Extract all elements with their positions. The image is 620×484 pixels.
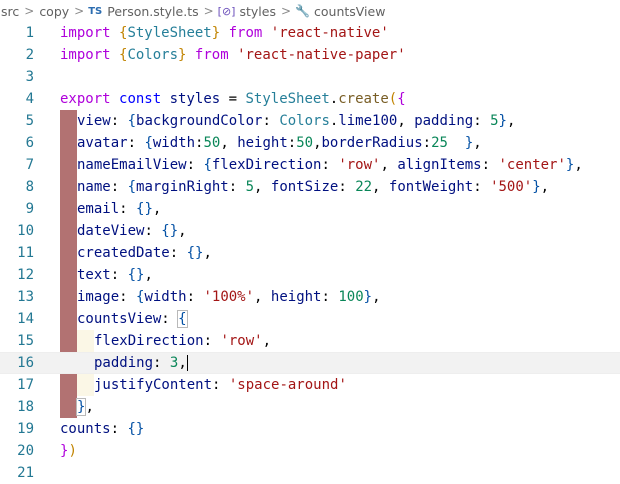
- line-number: 18: [17, 399, 34, 415]
- code-line: 5 view: {backgroundColor: Colors.lime100…: [0, 110, 620, 132]
- code-text: view: {backgroundColor: Colors.lime100, …: [77, 113, 516, 129]
- code-text: nameEmailView: {flexDirection: 'row', al…: [77, 157, 583, 173]
- code-line: 7 nameEmailView: {flexDirection: 'row', …: [0, 154, 620, 176]
- code-line: 12 text: {},: [0, 264, 620, 286]
- line-number: 9: [25, 201, 34, 217]
- variable-symbol-icon: [⊘]: [217, 4, 236, 18]
- line-number: 4: [25, 91, 34, 107]
- code-line: 3: [0, 66, 620, 88]
- code-line: 8 name: {marginRight: 5, fontSize: 22, f…: [0, 176, 620, 198]
- code-line: 18 },: [0, 396, 620, 418]
- code-line: 15 flexDirection: 'row',: [0, 330, 620, 352]
- code-text: name: {marginRight: 5, fontSize: 22, fon…: [77, 179, 550, 195]
- code-text: createdDate: {},: [77, 245, 212, 261]
- code-text: email: {},: [77, 201, 162, 217]
- breadcrumb: src > copy > TS Person.style.ts > [⊘] st…: [0, 0, 620, 22]
- property-symbol-icon: 🔧: [295, 4, 310, 18]
- code-line: 14 countsView: {: [0, 308, 620, 330]
- line-number: 13: [17, 289, 34, 305]
- code-line: 20 }): [0, 440, 620, 462]
- line-number: 8: [25, 179, 34, 195]
- chevron-right-icon: >: [24, 4, 35, 18]
- typescript-file-icon: TS: [88, 5, 103, 17]
- code-text: avatar: {width:50, height:50,borderRadiu…: [77, 135, 482, 151]
- chevron-right-icon: >: [280, 4, 292, 18]
- line-number: 20: [17, 443, 34, 459]
- code-text: padding: 3,: [94, 355, 188, 371]
- code-line: 6 avatar: {width:50, height:50,borderRad…: [0, 132, 620, 154]
- line-number: 15: [17, 333, 34, 349]
- code-line: 9 email: {},: [0, 198, 620, 220]
- code-text: countsView: {: [77, 310, 188, 328]
- line-number: 16: [17, 355, 34, 371]
- code-line: 21: [0, 462, 620, 484]
- code-text: export const styles = StyleSheet.create(…: [60, 91, 406, 107]
- code-text: text: {},: [77, 267, 153, 283]
- line-number: 6: [25, 135, 34, 151]
- line-number: 2: [25, 47, 34, 63]
- code-text: }): [60, 443, 77, 459]
- code-text: image: {width: '100%', height: 100},: [77, 289, 381, 305]
- line-number: 14: [17, 311, 34, 327]
- line-number: 5: [25, 113, 34, 129]
- code-line: 19 counts: {}: [0, 418, 620, 440]
- code-text: import {StyleSheet} from 'react-native': [60, 25, 389, 41]
- line-number: 7: [25, 157, 34, 173]
- code-text: flexDirection: 'row',: [94, 333, 272, 349]
- breadcrumb-item-file[interactable]: Person.style.ts: [106, 4, 199, 19]
- line-number: 1: [25, 25, 34, 41]
- breadcrumb-item-styles[interactable]: styles: [238, 4, 277, 19]
- code-text: justifyContent: 'space-around': [94, 377, 347, 393]
- line-number: 3: [25, 69, 34, 85]
- chevron-right-icon: >: [74, 4, 85, 18]
- line-number: 11: [17, 245, 34, 261]
- line-number: 21: [17, 465, 34, 481]
- code-text: counts: {}: [60, 421, 145, 437]
- code-line: 13 image: {width: '100%', height: 100},: [0, 286, 620, 308]
- text-cursor: [186, 355, 188, 371]
- code-line: 10 dateView: {},: [0, 220, 620, 242]
- code-text: dateView: {},: [77, 223, 187, 239]
- code-text: import {Colors} from 'react-native-paper…: [60, 47, 406, 63]
- line-number: 12: [17, 267, 34, 283]
- code-line: 2 import {Colors} from 'react-native-pap…: [0, 44, 620, 66]
- code-line-current: 16 padding: 3,: [0, 352, 620, 374]
- line-number: 19: [17, 421, 34, 437]
- line-number: 10: [17, 223, 34, 239]
- code-text: },: [75, 398, 94, 416]
- breadcrumb-item-countsView[interactable]: countsView: [313, 4, 386, 19]
- breadcrumb-item-copy[interactable]: copy: [38, 4, 70, 19]
- code-line: 11 createdDate: {},: [0, 242, 620, 264]
- chevron-right-icon: >: [203, 4, 214, 18]
- code-line: 17 justifyContent: 'space-around': [0, 374, 620, 396]
- code-line: 4 export const styles = StyleSheet.creat…: [0, 88, 620, 110]
- code-line: 1 import {StyleSheet} from 'react-native…: [0, 22, 620, 44]
- code-editor[interactable]: 1 import {StyleSheet} from 'react-native…: [0, 22, 620, 482]
- breadcrumb-item-src[interactable]: src: [0, 4, 20, 19]
- line-number: 17: [17, 377, 34, 393]
